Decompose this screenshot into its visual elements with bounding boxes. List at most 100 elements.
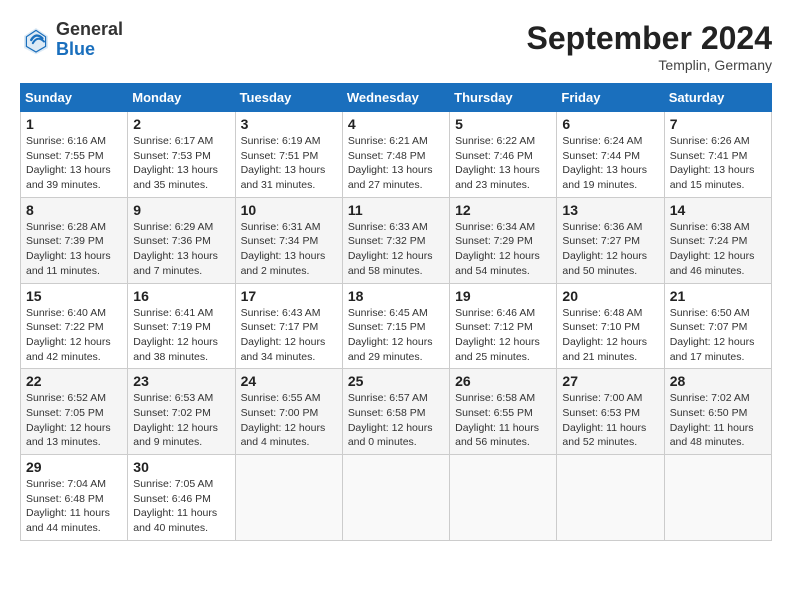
day-info: Sunrise: 6:50 AM Sunset: 7:07 PM Dayligh… xyxy=(670,306,766,365)
week-row-3: 15 Sunrise: 6:40 AM Sunset: 7:22 PM Dayli… xyxy=(21,283,772,369)
day-info: Sunrise: 6:45 AM Sunset: 7:15 PM Dayligh… xyxy=(348,306,444,365)
day-info: Sunrise: 6:43 AM Sunset: 7:17 PM Dayligh… xyxy=(241,306,337,365)
day-info: Sunrise: 6:46 AM Sunset: 7:12 PM Dayligh… xyxy=(455,306,551,365)
calendar-cell: 28 Sunrise: 7:02 AM Sunset: 6:50 PM Dayli… xyxy=(664,369,771,455)
calendar-cell: 2 Sunrise: 6:17 AM Sunset: 7:53 PM Daylig… xyxy=(128,112,235,198)
calendar-cell: 7 Sunrise: 6:26 AM Sunset: 7:41 PM Daylig… xyxy=(664,112,771,198)
week-row-4: 22 Sunrise: 6:52 AM Sunset: 7:05 PM Dayli… xyxy=(21,369,772,455)
weekday-saturday: Saturday xyxy=(664,84,771,112)
calendar-cell: 25 Sunrise: 6:57 AM Sunset: 6:58 PM Dayli… xyxy=(342,369,449,455)
title-area: September 2024 Templin, Germany xyxy=(527,20,772,73)
day-info: Sunrise: 6:17 AM Sunset: 7:53 PM Dayligh… xyxy=(133,134,229,193)
day-number: 24 xyxy=(241,373,337,389)
day-number: 20 xyxy=(562,288,658,304)
day-number: 12 xyxy=(455,202,551,218)
weekday-thursday: Thursday xyxy=(450,84,557,112)
weekday-tuesday: Tuesday xyxy=(235,84,342,112)
calendar-cell xyxy=(450,455,557,541)
day-info: Sunrise: 6:28 AM Sunset: 7:39 PM Dayligh… xyxy=(26,220,122,279)
month-title: September 2024 xyxy=(527,20,772,57)
day-number: 11 xyxy=(348,202,444,218)
weekday-sunday: Sunday xyxy=(21,84,128,112)
day-info: Sunrise: 6:29 AM Sunset: 7:36 PM Dayligh… xyxy=(133,220,229,279)
day-number: 3 xyxy=(241,116,337,132)
weekday-wednesday: Wednesday xyxy=(342,84,449,112)
day-number: 17 xyxy=(241,288,337,304)
day-info: Sunrise: 6:40 AM Sunset: 7:22 PM Dayligh… xyxy=(26,306,122,365)
day-info: Sunrise: 6:57 AM Sunset: 6:58 PM Dayligh… xyxy=(348,391,444,450)
day-number: 1 xyxy=(26,116,122,132)
day-number: 6 xyxy=(562,116,658,132)
day-info: Sunrise: 6:34 AM Sunset: 7:29 PM Dayligh… xyxy=(455,220,551,279)
week-row-5: 29Sunrise: 7:04 AM Sunset: 6:48 PM Dayli… xyxy=(21,455,772,541)
day-number: 30 xyxy=(133,459,229,475)
day-number: 2 xyxy=(133,116,229,132)
logo-blue: Blue xyxy=(56,39,95,59)
day-info: Sunrise: 7:05 AM Sunset: 6:46 PM Dayligh… xyxy=(133,477,229,536)
day-number: 18 xyxy=(348,288,444,304)
weekday-header-row: SundayMondayTuesdayWednesdayThursdayFrid… xyxy=(21,84,772,112)
calendar-cell xyxy=(342,455,449,541)
logo-general: General xyxy=(56,19,123,39)
calendar-cell xyxy=(557,455,664,541)
day-number: 21 xyxy=(670,288,766,304)
calendar-cell: 29Sunrise: 7:04 AM Sunset: 6:48 PM Dayli… xyxy=(21,455,128,541)
logo-icon xyxy=(20,24,52,56)
calendar-cell: 18 Sunrise: 6:45 AM Sunset: 7:15 PM Dayli… xyxy=(342,283,449,369)
day-number: 27 xyxy=(562,373,658,389)
day-number: 23 xyxy=(133,373,229,389)
calendar-cell: 17 Sunrise: 6:43 AM Sunset: 7:17 PM Dayli… xyxy=(235,283,342,369)
calendar-cell: 6Sunrise: 6:24 AM Sunset: 7:44 PM Daylig… xyxy=(557,112,664,198)
weekday-monday: Monday xyxy=(128,84,235,112)
day-info: Sunrise: 6:26 AM Sunset: 7:41 PM Dayligh… xyxy=(670,134,766,193)
calendar-cell: 1 Sunrise: 6:16 AM Sunset: 7:55 PM Daylig… xyxy=(21,112,128,198)
calendar-body: 1 Sunrise: 6:16 AM Sunset: 7:55 PM Daylig… xyxy=(21,112,772,541)
logo-text: General Blue xyxy=(56,20,123,60)
calendar-cell: 11 Sunrise: 6:33 AM Sunset: 7:32 PM Dayli… xyxy=(342,197,449,283)
calendar-cell: 14Sunrise: 6:38 AM Sunset: 7:24 PM Dayli… xyxy=(664,197,771,283)
day-info: Sunrise: 6:21 AM Sunset: 7:48 PM Dayligh… xyxy=(348,134,444,193)
day-info: Sunrise: 6:33 AM Sunset: 7:32 PM Dayligh… xyxy=(348,220,444,279)
week-row-2: 8 Sunrise: 6:28 AM Sunset: 7:39 PM Daylig… xyxy=(21,197,772,283)
day-info: Sunrise: 6:38 AM Sunset: 7:24 PM Dayligh… xyxy=(670,220,766,279)
day-number: 7 xyxy=(670,116,766,132)
calendar-cell: 19 Sunrise: 6:46 AM Sunset: 7:12 PM Dayli… xyxy=(450,283,557,369)
day-number: 28 xyxy=(670,373,766,389)
calendar-cell xyxy=(235,455,342,541)
logo: General Blue xyxy=(20,20,123,60)
calendar-cell: 16Sunrise: 6:41 AM Sunset: 7:19 PM Dayli… xyxy=(128,283,235,369)
day-number: 26 xyxy=(455,373,551,389)
calendar-cell xyxy=(664,455,771,541)
calendar-cell: 9Sunrise: 6:29 AM Sunset: 7:36 PM Daylig… xyxy=(128,197,235,283)
day-info: Sunrise: 6:48 AM Sunset: 7:10 PM Dayligh… xyxy=(562,306,658,365)
day-number: 8 xyxy=(26,202,122,218)
day-info: Sunrise: 6:16 AM Sunset: 7:55 PM Dayligh… xyxy=(26,134,122,193)
calendar-cell: 27 Sunrise: 7:00 AM Sunset: 6:53 PM Dayli… xyxy=(557,369,664,455)
day-number: 19 xyxy=(455,288,551,304)
calendar-cell: 24Sunrise: 6:55 AM Sunset: 7:00 PM Dayli… xyxy=(235,369,342,455)
day-info: Sunrise: 6:53 AM Sunset: 7:02 PM Dayligh… xyxy=(133,391,229,450)
day-info: Sunrise: 6:58 AM Sunset: 6:55 PM Dayligh… xyxy=(455,391,551,450)
calendar-cell: 22 Sunrise: 6:52 AM Sunset: 7:05 PM Dayli… xyxy=(21,369,128,455)
day-info: Sunrise: 6:52 AM Sunset: 7:05 PM Dayligh… xyxy=(26,391,122,450)
day-number: 16 xyxy=(133,288,229,304)
calendar-cell: 21 Sunrise: 6:50 AM Sunset: 7:07 PM Dayli… xyxy=(664,283,771,369)
day-number: 25 xyxy=(348,373,444,389)
calendar-table: SundayMondayTuesdayWednesdayThursdayFrid… xyxy=(20,83,772,541)
day-number: 15 xyxy=(26,288,122,304)
day-info: Sunrise: 6:31 AM Sunset: 7:34 PM Dayligh… xyxy=(241,220,337,279)
day-number: 10 xyxy=(241,202,337,218)
day-info: Sunrise: 7:02 AM Sunset: 6:50 PM Dayligh… xyxy=(670,391,766,450)
calendar-cell: 15 Sunrise: 6:40 AM Sunset: 7:22 PM Dayli… xyxy=(21,283,128,369)
day-number: 5 xyxy=(455,116,551,132)
calendar-cell: 10 Sunrise: 6:31 AM Sunset: 7:34 PM Dayli… xyxy=(235,197,342,283)
calendar-cell: 30 Sunrise: 7:05 AM Sunset: 6:46 PM Dayli… xyxy=(128,455,235,541)
calendar-cell: 4Sunrise: 6:21 AM Sunset: 7:48 PM Daylig… xyxy=(342,112,449,198)
day-number: 13 xyxy=(562,202,658,218)
day-info: Sunrise: 7:00 AM Sunset: 6:53 PM Dayligh… xyxy=(562,391,658,450)
day-info: Sunrise: 6:19 AM Sunset: 7:51 PM Dayligh… xyxy=(241,134,337,193)
calendar-cell: 13Sunrise: 6:36 AM Sunset: 7:27 PM Dayli… xyxy=(557,197,664,283)
day-number: 29 xyxy=(26,459,122,475)
day-number: 22 xyxy=(26,373,122,389)
week-row-1: 1 Sunrise: 6:16 AM Sunset: 7:55 PM Daylig… xyxy=(21,112,772,198)
